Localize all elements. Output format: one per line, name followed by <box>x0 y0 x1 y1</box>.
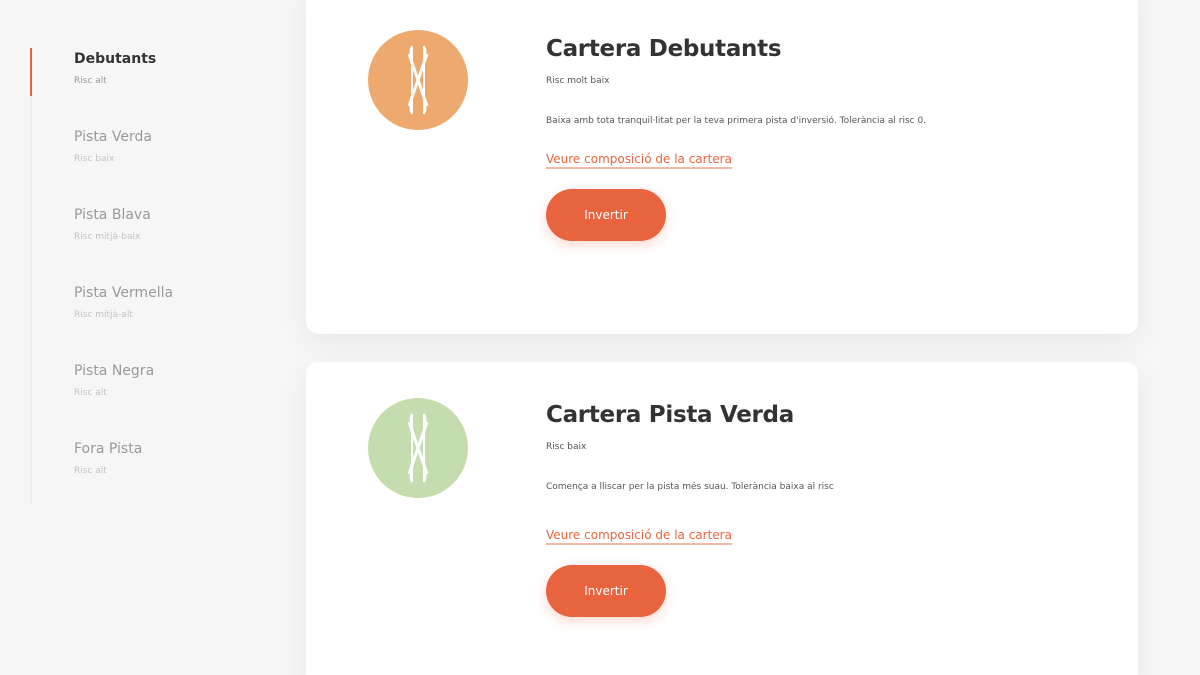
sidebar-item-debutants[interactable]: Debutants Risc alt <box>30 48 260 126</box>
crossed-skis-icon <box>368 30 468 130</box>
sidebar-item-risk: Risc alt <box>74 388 107 398</box>
card-content: Cartera Pista Verda Risc baix Comença a … <box>546 400 996 617</box>
card-risk-level: Risc molt baix <box>546 76 610 86</box>
sidebar-item-risk: Risc mitjà-baix <box>74 232 141 242</box>
view-composition-link[interactable]: Veure composició de la cartera <box>546 527 732 545</box>
invest-button[interactable]: Invertir <box>546 189 666 241</box>
view-composition-link[interactable]: Veure composició de la cartera <box>546 151 732 169</box>
sidebar-item-risk: Risc alt <box>74 466 107 476</box>
card-description: Baixa amb tota tranquil·litat per la tev… <box>546 116 927 126</box>
card-risk-level: Risc baix <box>546 442 587 452</box>
sidebar-item-pista-verda[interactable]: Pista Verda Risc baix <box>32 126 260 204</box>
sidebar-item-pista-negra[interactable]: Pista Negra Risc alt <box>32 360 260 438</box>
sidebar-item-title: Debutants <box>74 51 157 67</box>
sidebar-item-risk: Risc baix <box>74 154 115 164</box>
card-description: Comença a lliscar per la pista més suau.… <box>546 482 834 492</box>
sidebar-item-risk: Risc alt <box>74 76 107 86</box>
crossed-skis-icon <box>368 398 468 498</box>
sidebar-item-pista-blava[interactable]: Pista Blava Risc mitjà-baix <box>32 204 260 282</box>
card-title: Cartera Debutants <box>546 36 782 62</box>
portfolio-card-pista-verda: Cartera Pista Verda Risc baix Comença a … <box>306 362 1138 675</box>
sidebar-item-fora-pista[interactable]: Fora Pista Risc alt <box>32 438 260 516</box>
card-title: Cartera Pista Verda <box>546 402 794 428</box>
sidebar-item-title: Pista Blava <box>74 207 151 223</box>
sidebar-item-title: Pista Verda <box>74 129 152 145</box>
invest-button[interactable]: Invertir <box>546 565 666 617</box>
portfolio-card-debutants: Cartera Debutants Risc molt baix Baixa a… <box>306 0 1138 334</box>
portfolio-page: Debutants Risc alt Pista Verda Risc baix… <box>0 0 1200 675</box>
card-content: Cartera Debutants Risc molt baix Baixa a… <box>546 34 996 241</box>
sidebar-item-risk: Risc mitjà-alt <box>74 310 133 320</box>
sidebar-item-title: Pista Negra <box>74 363 155 379</box>
sidebar-item-title: Fora Pista <box>74 441 143 457</box>
risk-sidebar: Debutants Risc alt Pista Verda Risc baix… <box>30 48 260 504</box>
sidebar-item-pista-vermella[interactable]: Pista Vermella Risc mitjà-alt <box>32 282 260 360</box>
sidebar-item-title: Pista Vermella <box>74 285 174 301</box>
